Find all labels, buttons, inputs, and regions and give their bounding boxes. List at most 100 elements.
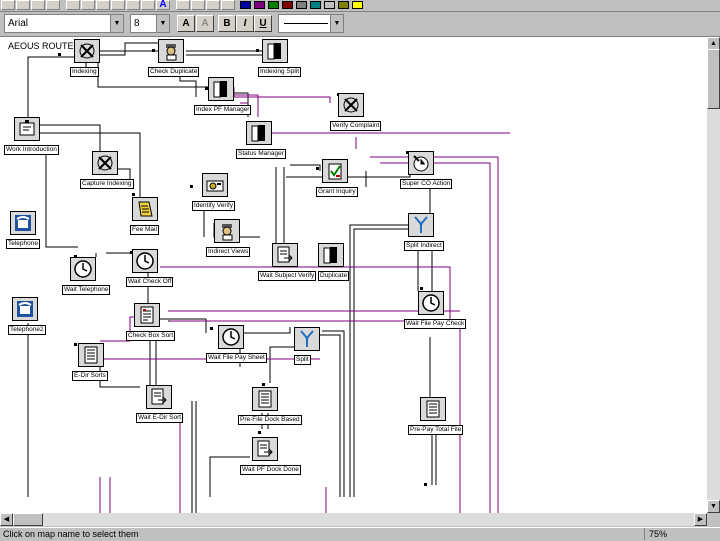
- node-box[interactable]: [322, 159, 348, 183]
- node-label[interactable]: Work Introduction: [4, 145, 59, 155]
- color-swatch[interactable]: [352, 1, 363, 9]
- scroll-down-icon[interactable]: ▼: [707, 500, 720, 513]
- node-box[interactable]: [420, 397, 446, 421]
- chevron-down-icon[interactable]: ▼: [156, 15, 169, 32]
- node-label[interactable]: Grant Inquiry: [316, 187, 358, 197]
- node-label[interactable]: Telephone: [6, 239, 40, 249]
- node-box[interactable]: [146, 385, 172, 409]
- font-shrink-button[interactable]: A: [196, 15, 214, 32]
- node-label[interactable]: E-Dir Sorts: [72, 371, 108, 381]
- layout-icon[interactable]: [221, 0, 235, 10]
- color-swatch[interactable]: [240, 1, 251, 9]
- cut-icon[interactable]: [66, 0, 80, 10]
- node-box[interactable]: [418, 291, 444, 315]
- diagram-canvas[interactable]: AEOUS ROUTE Indexing Check Duplicate Ind…: [0, 37, 707, 513]
- node-box[interactable]: [132, 249, 158, 273]
- node-label[interactable]: Capture Indexing: [80, 179, 134, 189]
- node-label[interactable]: Check Box Sort: [126, 331, 176, 341]
- node-icon[interactable]: [141, 0, 155, 10]
- node-label[interactable]: Wait PF Dock Done: [240, 465, 301, 475]
- node-box[interactable]: [214, 219, 240, 243]
- node-label[interactable]: Wait E-Dir Sort: [136, 413, 184, 423]
- color-swatch[interactable]: [282, 1, 293, 9]
- node-label[interactable]: Indexing: [70, 67, 99, 77]
- node-label[interactable]: Wait Telephone: [62, 285, 111, 295]
- node-box[interactable]: [318, 243, 344, 267]
- print-icon[interactable]: [46, 0, 60, 10]
- zoom-in-icon[interactable]: [176, 0, 190, 10]
- font-grow-button[interactable]: A: [177, 15, 195, 32]
- font-size-select[interactable]: 8 ▼: [130, 14, 170, 33]
- node-label[interactable]: Telephone2: [8, 325, 46, 335]
- node-label[interactable]: Verify Complaint: [330, 121, 382, 131]
- font-name-select[interactable]: Arial ▼: [4, 14, 124, 33]
- node-box[interactable]: [78, 343, 104, 367]
- node-box[interactable]: [74, 39, 100, 63]
- vertical-scrollbar[interactable]: ▲ ▼: [707, 37, 720, 513]
- node-label[interactable]: Identify Verify: [192, 201, 236, 211]
- node-label[interactable]: Indexing Split: [258, 67, 302, 77]
- horizontal-scrollbar[interactable]: ◀ ▶: [0, 513, 707, 526]
- chevron-down-icon[interactable]: ▼: [330, 15, 343, 32]
- node-box[interactable]: [252, 387, 278, 411]
- node-box[interactable]: [92, 151, 118, 175]
- node-label[interactable]: Index PF Manager: [194, 105, 252, 115]
- node-label[interactable]: Fee Mail: [130, 225, 159, 235]
- node-label[interactable]: Check Duplicate: [148, 67, 200, 77]
- undo-icon[interactable]: [126, 0, 140, 10]
- color-swatch[interactable]: [310, 1, 321, 9]
- new-icon[interactable]: [1, 0, 15, 10]
- node-box[interactable]: [208, 77, 234, 101]
- paste-icon[interactable]: [96, 0, 110, 10]
- node-box[interactable]: [246, 121, 272, 145]
- node-label[interactable]: Split Indirect: [404, 241, 444, 251]
- delete-icon[interactable]: [111, 0, 125, 10]
- copy-icon[interactable]: [81, 0, 95, 10]
- node-box[interactable]: [202, 173, 228, 197]
- node-box[interactable]: [408, 213, 434, 237]
- node-box[interactable]: [272, 243, 298, 267]
- open-icon[interactable]: [16, 0, 30, 10]
- node-box[interactable]: [132, 197, 158, 221]
- line-style-select[interactable]: ▼: [278, 14, 344, 33]
- node-label[interactable]: Pre-File Dock Based: [238, 415, 302, 425]
- node-box[interactable]: [158, 39, 184, 63]
- node-label[interactable]: Wait File Pay Sheet: [206, 353, 267, 363]
- node-label[interactable]: Duplicate: [318, 271, 350, 281]
- node-label[interactable]: Status Manager: [236, 149, 286, 159]
- color-swatch[interactable]: [254, 1, 265, 9]
- text-tool-icon[interactable]: A: [156, 0, 170, 10]
- zoom-out-icon[interactable]: [206, 0, 220, 10]
- zoom-icon[interactable]: [191, 0, 205, 10]
- node-box[interactable]: [252, 437, 278, 461]
- node-box[interactable]: [10, 211, 36, 235]
- hscroll-thumb[interactable]: [13, 513, 43, 526]
- node-label[interactable]: Super CO Action: [400, 179, 453, 189]
- chevron-down-icon[interactable]: ▼: [110, 15, 123, 32]
- node-label[interactable]: Wait Subject Verify: [258, 271, 317, 281]
- color-swatch[interactable]: [268, 1, 279, 9]
- scroll-thumb[interactable]: [707, 49, 720, 109]
- node-box[interactable]: [134, 303, 160, 327]
- italic-button[interactable]: I: [236, 15, 254, 32]
- node-label[interactable]: Wait File Pay Check: [404, 319, 467, 329]
- node-box[interactable]: [294, 327, 320, 351]
- color-swatch[interactable]: [296, 1, 307, 9]
- node-label[interactable]: Split: [294, 355, 311, 365]
- node-box[interactable]: [12, 297, 38, 321]
- node-box[interactable]: [14, 117, 40, 141]
- bold-button[interactable]: B: [218, 15, 236, 32]
- node-box[interactable]: [218, 325, 244, 349]
- scroll-left-icon[interactable]: ◀: [0, 513, 13, 526]
- underline-button[interactable]: U: [254, 15, 272, 32]
- node-label[interactable]: Wait Check Off: [126, 277, 174, 287]
- save-icon[interactable]: [31, 0, 45, 10]
- color-swatch[interactable]: [338, 1, 349, 9]
- node-box[interactable]: [262, 39, 288, 63]
- node-label[interactable]: Pre-Pay Total File: [408, 425, 464, 435]
- node-box[interactable]: [408, 151, 434, 175]
- node-label[interactable]: Indirect Views: [206, 247, 251, 257]
- color-swatch[interactable]: [324, 1, 335, 9]
- node-box[interactable]: [338, 93, 364, 117]
- node-box[interactable]: [70, 257, 96, 281]
